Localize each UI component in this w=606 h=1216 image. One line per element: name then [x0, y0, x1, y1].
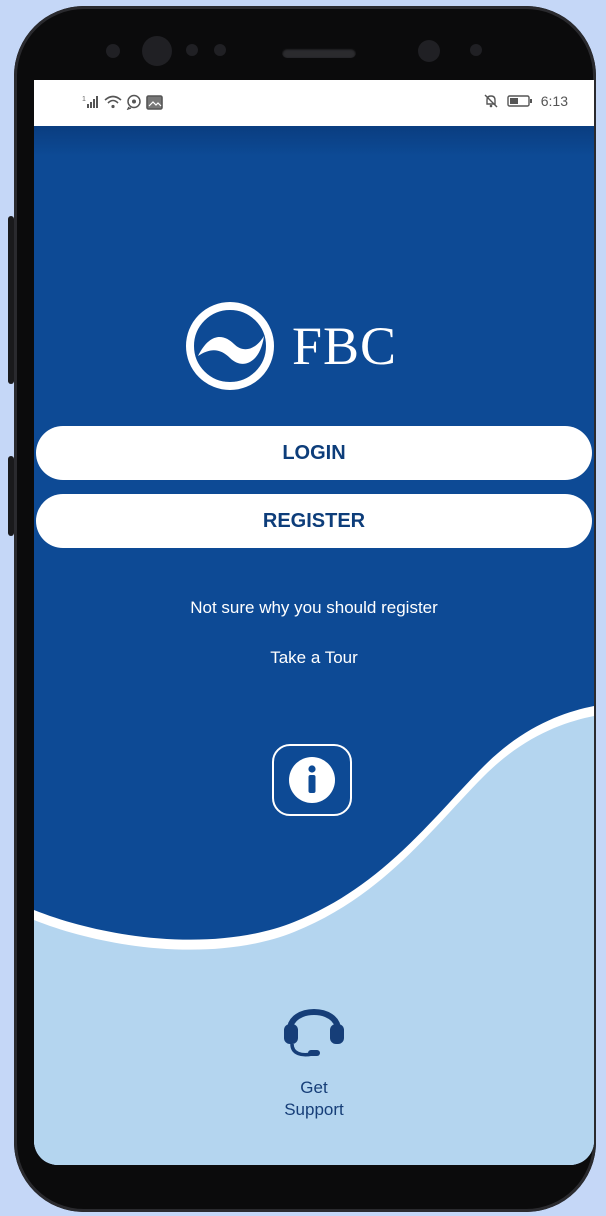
status-right-icons: 6:13 — [483, 93, 568, 109]
info-icon — [289, 757, 335, 803]
support-line-2: Support — [284, 1100, 344, 1119]
register-prompt: Not sure why you should register — [190, 598, 438, 617]
iris-sensor — [142, 36, 172, 66]
app-screen: 1 6:13 FBC LOGIN REGISTER Not sure why y… — [34, 80, 594, 1165]
status-left-icons: 1 — [82, 94, 164, 110]
volume-button — [8, 216, 14, 384]
get-support-button[interactable]: Get Support — [264, 996, 364, 1121]
login-button[interactable]: LOGIN — [36, 426, 592, 480]
main-panel: FBC LOGIN REGISTER Not sure why you shou… — [34, 126, 594, 1165]
battery-icon — [507, 95, 532, 107]
status-time: 6:13 — [540, 93, 568, 109]
headset-icon — [284, 1009, 344, 1057]
front-sensor — [470, 44, 482, 56]
fbc-logo-icon — [186, 302, 274, 390]
support-label: Get Support — [264, 1077, 364, 1121]
proximity-sensor — [106, 44, 120, 58]
signal-icon: 1 — [82, 96, 98, 108]
mute-icon — [484, 94, 498, 108]
brand-name: FBC — [292, 316, 398, 376]
bixby-button — [8, 456, 14, 536]
status-bar: 1 6:13 — [34, 80, 594, 126]
gallery-icon — [146, 94, 163, 110]
tour-info-button[interactable] — [272, 744, 352, 816]
support-line-1: Get — [300, 1078, 328, 1097]
register-button[interactable]: REGISTER — [36, 494, 592, 548]
led-sensor — [214, 44, 226, 56]
earpiece-speaker — [282, 48, 356, 58]
wifi-icon — [104, 95, 122, 109]
svg-text:1: 1 — [82, 96, 86, 103]
take-tour-link[interactable]: Take a Tour — [34, 648, 594, 668]
brand-logo: FBC — [184, 300, 397, 392]
page-background: 1 6:13 FBC LOGIN REGISTER Not sure why y… — [0, 0, 606, 1216]
front-camera — [418, 40, 440, 62]
whatsapp-icon — [126, 94, 141, 110]
light-sensor — [186, 44, 198, 56]
